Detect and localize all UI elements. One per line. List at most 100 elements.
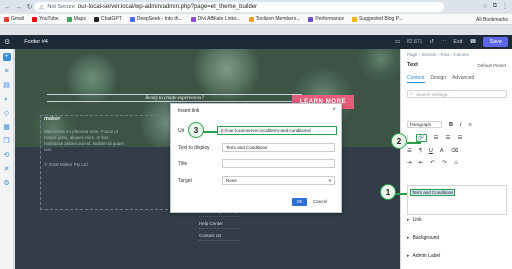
- performance-icon: [308, 16, 314, 22]
- callout-connector: [407, 142, 421, 144]
- tools-icon[interactable]: ✕: [3, 166, 10, 173]
- gear-icon[interactable]: ⚙: [4, 38, 10, 46]
- url-field[interactable]: p://our-local-server.local/term-and-cond…: [217, 126, 337, 135]
- reload-icon[interactable]: ↻: [26, 4, 33, 11]
- hero-banner[interactable]: Ready to create experiences?: [47, 94, 302, 102]
- toolizen-icon: [248, 16, 254, 22]
- tab-advanced[interactable]: Advanced: [452, 75, 474, 83]
- tab-content[interactable]: Content: [407, 75, 425, 83]
- bookmark-toolizen[interactable]: Toolizen Members...: [248, 16, 300, 22]
- bookmark-performance[interactable]: Performance: [308, 16, 344, 22]
- strike-icon[interactable]: ≡: [469, 122, 472, 128]
- target-value: None: [226, 178, 237, 183]
- bookmark-divi[interactable]: Divi Affiliate Links...: [190, 16, 241, 22]
- layers-icon[interactable]: ≡: [3, 68, 10, 75]
- all-bookmarks[interactable]: All Bookmarks: [476, 17, 508, 23]
- bookmark-deepseek[interactable]: DeepSeek - Into th...: [129, 16, 183, 22]
- panel-title: Text: [407, 62, 418, 68]
- breadcrumb[interactable]: Page › Section › Row › Column: [407, 52, 469, 57]
- align-center-icon[interactable]: ☰: [446, 135, 451, 141]
- section-admin-label[interactable]: ▸ Admin Label: [407, 253, 440, 259]
- footer-links: Community Meetups Help Center Contact Us: [199, 209, 241, 241]
- caret-icon: ▸: [407, 253, 410, 259]
- title-field[interactable]: [222, 159, 335, 168]
- paint-icon[interactable]: ◐: [3, 96, 10, 103]
- tab-design[interactable]: Design: [431, 75, 447, 83]
- align-left-icon[interactable]: ☰: [434, 135, 439, 141]
- editor-toolbar: Paragraph B I ≡ ⁝ 🔗 ☰ ☰ ☰ ☰ ¶ U A ⌫ ⇥ ⇤ …: [407, 121, 507, 181]
- zoom-level: 82.871: [407, 39, 423, 45]
- section-background[interactable]: ▸ Background: [407, 235, 439, 241]
- search-icon: ⌕: [410, 91, 413, 97]
- library-icon[interactable]: ▦: [3, 124, 10, 131]
- footer-description: Maecenas eu placerat ante. Fusce ut nequ…: [44, 129, 125, 152]
- search-placeholder: Search settings...: [416, 92, 451, 97]
- exit-button[interactable]: Exit: [453, 39, 462, 45]
- footer-brand: maker: [44, 116, 61, 122]
- ok-button[interactable]: Ok: [292, 198, 307, 206]
- link-icon[interactable]: 🔗: [415, 134, 427, 142]
- justify-icon[interactable]: ☰: [407, 148, 412, 154]
- preset-select[interactable]: Default Preset: [477, 63, 506, 68]
- footer-copyright: © 2018 Maker Pty Ltd.: [44, 162, 89, 167]
- bookmark-suggested[interactable]: Suggested Blog P...: [352, 16, 403, 22]
- format-icon[interactable]: ¶: [419, 148, 422, 154]
- clear-format-icon[interactable]: ⌫: [451, 148, 459, 154]
- variables-icon[interactable]: ◇: [3, 110, 10, 117]
- dialog-title: Insert link: [178, 108, 200, 114]
- target-select[interactable]: None ▾: [222, 176, 335, 185]
- close-icon[interactable]: ×: [332, 107, 336, 113]
- not-secure-label: Not Secure: [47, 4, 75, 10]
- footer-link[interactable]: Help Center: [199, 221, 241, 229]
- bookmark-youtube[interactable]: YouTube: [32, 16, 59, 22]
- footer-link[interactable]: Contact Us: [199, 233, 241, 241]
- left-rail: + ≡ ▤ ◐ ◇ ▦ ❐ ⟲ ✕ ⚙: [0, 49, 14, 269]
- bookmark-chatgpt[interactable]: ChatGPT: [93, 16, 122, 22]
- indent-icon[interactable]: ⇥: [407, 160, 412, 166]
- back-icon[interactable]: ←: [4, 4, 11, 11]
- star-icon[interactable]: ☆: [482, 3, 487, 10]
- bookmark-maps[interactable]: Maps: [66, 16, 86, 22]
- bullet-list-icon[interactable]: ⁝: [407, 135, 409, 141]
- italic-icon[interactable]: I: [460, 122, 462, 128]
- desktop-view-icon[interactable]: ▭: [395, 39, 400, 45]
- copy-icon[interactable]: ❐: [3, 138, 10, 145]
- add-icon[interactable]: +: [2, 53, 11, 61]
- hero-text: Ready to create experiences?: [145, 96, 204, 101]
- gmail-icon: [4, 16, 9, 22]
- title-label: Title: [178, 161, 188, 167]
- deepseek-icon: [129, 16, 135, 22]
- callout-connector: [395, 193, 407, 195]
- callout-connector: [203, 131, 217, 133]
- bold-icon[interactable]: B: [449, 122, 453, 128]
- undo-icon[interactable]: ↶: [430, 160, 435, 166]
- builder-toolbar: ⚙ Footer #4 ▭ 82.871 ↺ ⋯ Exit ☎ Save: [0, 35, 512, 49]
- emoji-icon[interactable]: ☺: [453, 160, 459, 166]
- text-display-field[interactable]: Term and Conditions: [222, 143, 335, 152]
- outdent-icon[interactable]: ⇤: [419, 160, 424, 166]
- redo-icon[interactable]: ↷: [442, 160, 447, 166]
- page-icon[interactable]: ▤: [3, 82, 10, 89]
- align-right-icon[interactable]: ☰: [457, 135, 462, 141]
- cancel-button[interactable]: Cancel: [313, 198, 327, 206]
- address-bar[interactable]: ⚠ Not Secure our-local-server.local/wp-a…: [34, 2, 444, 12]
- extensions-icon[interactable]: ⧉: [493, 3, 497, 10]
- save-button[interactable]: Save: [483, 37, 508, 47]
- selected-text[interactable]: Term and Conditions: [410, 189, 456, 196]
- bookmark-gmail[interactable]: Gmail: [4, 16, 24, 22]
- color-icon[interactable]: A: [440, 148, 444, 154]
- settings-search[interactable]: ⌕ Search settings...: [407, 90, 507, 98]
- browser-actions: ☆ ⧉ ⋮: [482, 3, 508, 10]
- forward-icon[interactable]: →: [15, 4, 22, 11]
- section-link[interactable]: ▸ Link: [407, 217, 422, 223]
- history-rail-icon[interactable]: ⟲: [3, 152, 10, 159]
- history-icon[interactable]: ↺: [429, 39, 434, 45]
- youtube-icon: [32, 16, 38, 22]
- underline-icon[interactable]: U: [429, 148, 433, 154]
- text-editor[interactable]: Term and Conditions: [407, 185, 507, 215]
- menu-icon[interactable]: ⋮: [502, 3, 508, 10]
- more-icon[interactable]: ⋯: [441, 39, 447, 45]
- phone-icon[interactable]: ☎: [470, 39, 477, 45]
- settings-rail-icon[interactable]: ⚙: [3, 180, 10, 187]
- paragraph-select[interactable]: Paragraph: [407, 121, 442, 128]
